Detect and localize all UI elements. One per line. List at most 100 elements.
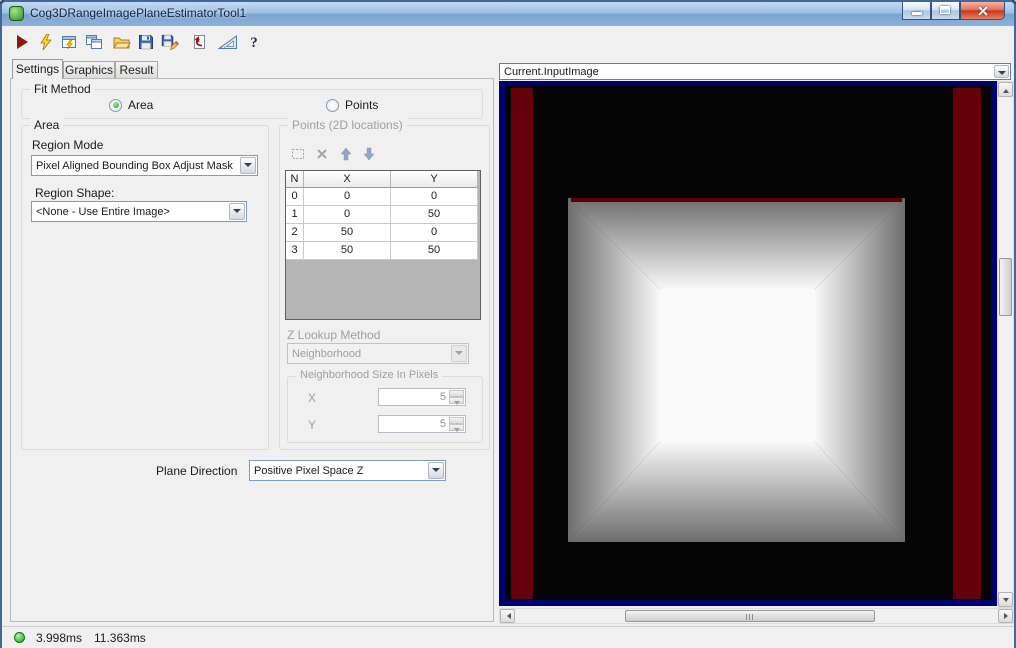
tab-graphics[interactable]: Graphics (63, 61, 115, 78)
measure-tool-button[interactable] (216, 30, 240, 54)
scroll-down-button[interactable] (998, 592, 1013, 607)
z-lookup-value: Neighborhood (292, 347, 362, 360)
grid-col-header-y[interactable]: Y (391, 171, 478, 188)
fit-method-area-option[interactable]: Area (109, 98, 153, 112)
tab-settings[interactable]: Settings (12, 59, 63, 79)
neighborhood-x-value: 5 (439, 391, 446, 403)
plane-direction-label: Plane Direction (156, 464, 238, 478)
grid-cell-x[interactable]: 0 (304, 188, 391, 206)
save-edit-icon (161, 34, 179, 50)
grid-row-3[interactable]: 3 50 50 (286, 242, 480, 260)
vertical-scroll-thumb[interactable] (999, 258, 1012, 316)
delete-point-button[interactable] (312, 144, 332, 164)
window-title: Cog3DRangeImagePlaneEstimatorTool1 (30, 6, 247, 20)
region-shape-combo[interactable]: <None - Use Entire Image> (31, 201, 247, 222)
titlebar[interactable]: Cog3DRangeImagePlaneEstimatorTool1 (2, 2, 1014, 27)
scroll-up-button[interactable] (998, 82, 1013, 97)
grid-cell-y[interactable]: 0 (391, 224, 478, 242)
status-bar: 3.998ms 11.363ms (2, 626, 1014, 648)
grid-cell-y[interactable]: 50 (391, 242, 478, 260)
image-source-combo[interactable]: Current.InputImage (499, 63, 1011, 80)
region-mode-value: Pixel Aligned Bounding Box Adjust Mask (36, 159, 233, 172)
revert-page-icon (194, 35, 205, 49)
revert-button[interactable] (186, 30, 210, 54)
maximize-button[interactable] (931, 2, 960, 20)
run-window-button[interactable] (58, 30, 82, 54)
move-point-up-button[interactable] (336, 144, 356, 164)
region-shape-dropdown-icon[interactable] (229, 203, 245, 220)
grid-col-header-x[interactable]: X (304, 171, 391, 188)
area-radio[interactable] (109, 98, 122, 112)
help-icon: ? (250, 35, 258, 50)
grid-row-2[interactable]: 2 50 0 (286, 224, 480, 242)
tab-result[interactable]: Result (115, 61, 158, 78)
scroll-left-button[interactable] (500, 609, 515, 623)
plane-direction-dropdown-icon[interactable] (428, 462, 444, 479)
grid-col-header-n[interactable]: N (286, 171, 304, 188)
select-points-button[interactable] (288, 144, 308, 164)
plane-direction-value: Positive Pixel Space Z (254, 464, 364, 477)
arrow-down-icon (363, 147, 375, 161)
spin-up-icon[interactable] (449, 390, 464, 400)
fit-method-group: Fit Method Area Points (21, 82, 483, 119)
grid-cell-n[interactable]: 2 (286, 224, 304, 242)
grid-cell-x[interactable]: 50 (304, 242, 391, 260)
copy-results-button[interactable] (82, 30, 106, 54)
grid-cell-n[interactable]: 3 (286, 242, 304, 260)
tab-graphics-label: Graphics (64, 63, 114, 77)
points-grid[interactable]: N X Y 0 0 0 1 0 50 2 50 0 3 50 50 (285, 170, 481, 320)
grid-cell-x[interactable]: 0 (304, 206, 391, 224)
save-icon (139, 35, 153, 50)
neighborhood-group-label: Neighborhood Size In Pixels (296, 369, 443, 381)
grid-cell-x[interactable]: 50 (304, 224, 391, 242)
scroll-right-button[interactable] (998, 609, 1013, 623)
fit-method-label: Fit Method (30, 82, 95, 96)
tab-result-label: Result (119, 63, 154, 77)
set-square-icon (218, 35, 237, 49)
run-continuous-button[interactable] (34, 30, 58, 54)
region-shape-value: <None - Use Entire Image> (36, 205, 170, 218)
plane-direction-combo[interactable]: Positive Pixel Space Z (249, 460, 446, 481)
spin-down-icon[interactable] (449, 424, 464, 432)
spin-up-icon[interactable] (449, 417, 464, 427)
window-lightning-icon (62, 36, 76, 50)
move-point-down-button[interactable] (359, 144, 379, 164)
close-button[interactable] (960, 2, 1005, 20)
grid-cell-n[interactable]: 1 (286, 206, 304, 224)
fit-method-points-option[interactable]: Points (326, 98, 378, 112)
run-button[interactable] (10, 30, 34, 54)
neighborhood-y-spinner[interactable]: 5 (378, 415, 466, 433)
minimize-button[interactable] (902, 2, 931, 20)
spinner-buttons (449, 417, 464, 432)
grid-cell-y[interactable]: 0 (391, 188, 478, 206)
save-as-button[interactable] (158, 30, 182, 54)
image-vertical-scrollbar[interactable] (997, 81, 1014, 608)
svg-text:?: ? (250, 35, 258, 50)
points-radio[interactable] (326, 98, 339, 112)
region-mode-dropdown-icon[interactable] (240, 157, 256, 174)
lightning-icon (40, 34, 52, 50)
spin-down-icon[interactable] (449, 397, 464, 405)
help-button[interactable]: ? (242, 30, 266, 54)
area-group: Area Region Mode Pixel Aligned Bounding … (21, 118, 269, 450)
grid-cell-y[interactable]: 50 (391, 206, 478, 224)
grid-cell-n[interactable]: 0 (286, 188, 304, 206)
image-source-dropdown-icon[interactable] (994, 65, 1009, 78)
horizontal-scroll-thumb[interactable] (625, 610, 875, 622)
open-file-button[interactable] (110, 30, 134, 54)
image-source-value: Current.InputImage (504, 65, 599, 78)
image-horizontal-scrollbar[interactable] (499, 608, 1014, 624)
region-shape-label: Region Shape: (35, 186, 115, 200)
neighborhood-y-label: Y (308, 418, 317, 432)
range-image[interactable] (499, 81, 997, 606)
neighborhood-x-spinner[interactable]: 5 (378, 388, 466, 406)
settings-page: Fit Method Area Points Area Region Mode … (10, 78, 494, 622)
z-lookup-combo[interactable]: Neighborhood (287, 343, 469, 364)
grid-header-row: N X Y (286, 171, 480, 188)
copy-window-icon (86, 35, 102, 49)
grid-row-0[interactable]: 0 0 0 (286, 188, 480, 206)
grid-row-1[interactable]: 1 0 50 (286, 206, 480, 224)
region-mode-combo[interactable]: Pixel Aligned Bounding Box Adjust Mask (31, 155, 258, 176)
save-button[interactable] (134, 30, 158, 54)
image-display-area[interactable] (499, 81, 997, 606)
